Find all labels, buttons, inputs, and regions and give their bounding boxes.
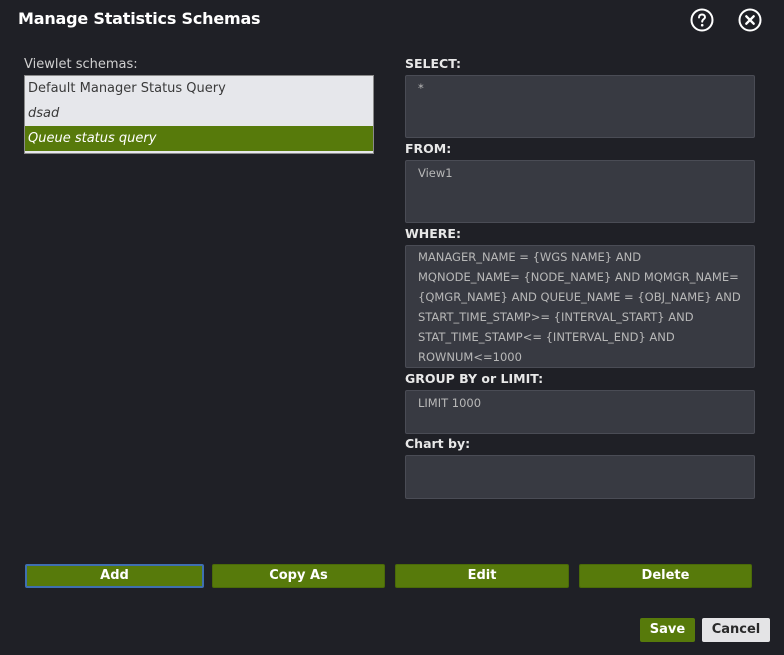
delete-button[interactable]: Delete <box>579 564 752 588</box>
dialog-title: Manage Statistics Schemas <box>18 9 261 28</box>
close-circle-icon[interactable] <box>738 8 762 32</box>
from-label: FROM: <box>405 141 452 156</box>
chart-by-label: Chart by: <box>405 436 471 451</box>
select-label: SELECT: <box>405 56 462 71</box>
edit-button[interactable]: Edit <box>395 564 569 588</box>
viewlet-schemas-list[interactable]: Default Manager Status Query dsad Queue … <box>24 75 374 154</box>
where-label: WHERE: <box>405 226 461 241</box>
help-circle-icon[interactable] <box>690 8 714 32</box>
group-by-textarea[interactable]: LIMIT 1000 <box>405 390 755 434</box>
chart-by-textarea[interactable] <box>405 455 755 499</box>
schema-item-selected[interactable]: Queue status query <box>25 126 373 151</box>
where-textarea[interactable]: MANAGER_NAME = {WGS NAME} AND MQNODE_NAM… <box>405 245 755 368</box>
viewlet-schemas-label: Viewlet schemas: <box>24 57 138 72</box>
schema-item[interactable]: Default Manager Status Query <box>25 76 373 101</box>
save-button[interactable]: Save <box>640 618 695 642</box>
select-textarea[interactable]: * <box>405 75 755 138</box>
copy-as-button[interactable]: Copy As <box>212 564 385 588</box>
schema-item[interactable]: dsad <box>25 101 373 126</box>
from-textarea[interactable]: View1 <box>405 160 755 223</box>
group-by-label: GROUP BY or LIMIT: <box>405 371 544 386</box>
add-button[interactable]: Add <box>25 564 204 588</box>
cancel-button[interactable]: Cancel <box>702 618 770 642</box>
